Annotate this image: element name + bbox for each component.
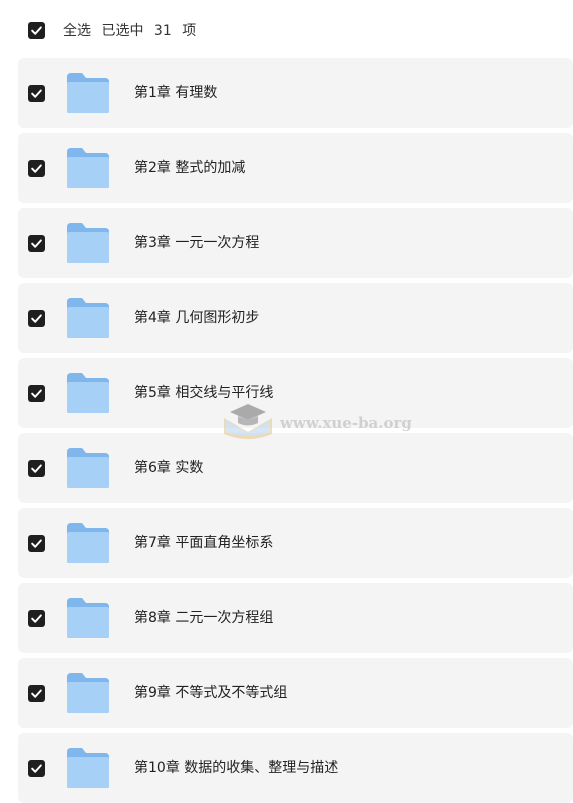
folder-icon (67, 148, 109, 188)
folder-name: 第7章 平面直角坐标系 (134, 535, 274, 551)
item-checkbox[interactable] (28, 535, 45, 552)
list-item[interactable]: 第10章 数据的收集、整理与描述 (18, 733, 573, 803)
folder-icon (67, 298, 109, 338)
item-checkbox[interactable] (28, 85, 45, 102)
folder-icon (67, 748, 109, 788)
checkmark-icon (31, 26, 42, 35)
folder-icon (67, 673, 109, 713)
folder-name: 第3章 一元一次方程 (134, 235, 260, 251)
item-checkbox[interactable] (28, 235, 45, 252)
item-checkbox[interactable] (28, 685, 45, 702)
list-item[interactable]: 第7章 平面直角坐标系 (18, 508, 573, 578)
checkmark-icon (31, 764, 42, 773)
list-item[interactable]: 第3章 一元一次方程 (18, 208, 573, 278)
selection-header: 全选 已选中 31 项 (0, 0, 573, 60)
folder-name: 第6章 实数 (134, 460, 204, 476)
selected-suffix: 项 (182, 23, 197, 39)
folder-name: 第8章 二元一次方程组 (134, 610, 274, 626)
folder-icon (67, 523, 109, 563)
folder-name: 第10章 数据的收集、整理与描述 (134, 760, 339, 776)
checkmark-icon (31, 89, 42, 98)
folder-name: 第4章 几何图形初步 (134, 310, 260, 326)
folder-icon (67, 448, 109, 488)
item-checkbox[interactable] (28, 760, 45, 777)
watermark-text: www.xue-ba.org (280, 414, 412, 432)
list-item[interactable]: 第9章 不等式及不等式组 (18, 658, 573, 728)
folder-icon (67, 73, 109, 113)
folder-name: 第1章 有理数 (134, 85, 218, 101)
checkmark-icon (31, 464, 42, 473)
checkmark-icon (31, 539, 42, 548)
graduation-cap-icon (224, 404, 272, 439)
selected-count: 31 (153, 23, 172, 39)
checkmark-icon (31, 314, 42, 323)
list-item[interactable]: 第1章 有理数 (18, 58, 573, 128)
select-all-checkbox[interactable] (28, 22, 45, 39)
item-checkbox[interactable] (28, 310, 45, 327)
selection-summary: 全选 已选中 31 项 (63, 21, 202, 41)
folder-name: 第2章 整式的加减 (134, 160, 246, 176)
selected-prefix: 已选中 (101, 23, 144, 39)
item-checkbox[interactable] (28, 460, 45, 477)
item-checkbox[interactable] (28, 160, 45, 177)
folder-icon (67, 598, 109, 638)
list-item[interactable]: 第4章 几何图形初步 (18, 283, 573, 353)
folder-icon (67, 223, 109, 263)
list-item[interactable]: 第8章 二元一次方程组 (18, 583, 573, 653)
checkmark-icon (31, 689, 42, 698)
folder-icon (67, 373, 109, 413)
folder-name: 第9章 不等式及不等式组 (134, 685, 288, 701)
checkmark-icon (31, 614, 42, 623)
item-checkbox[interactable] (28, 385, 45, 402)
checkmark-icon (31, 164, 42, 173)
list-item[interactable]: 第2章 整式的加减 (18, 133, 573, 203)
checkmark-icon (31, 239, 42, 248)
select-all-label[interactable]: 全选 (63, 23, 91, 39)
watermark: www.xue-ba.org (220, 398, 420, 448)
checkmark-icon (31, 389, 42, 398)
item-checkbox[interactable] (28, 610, 45, 627)
